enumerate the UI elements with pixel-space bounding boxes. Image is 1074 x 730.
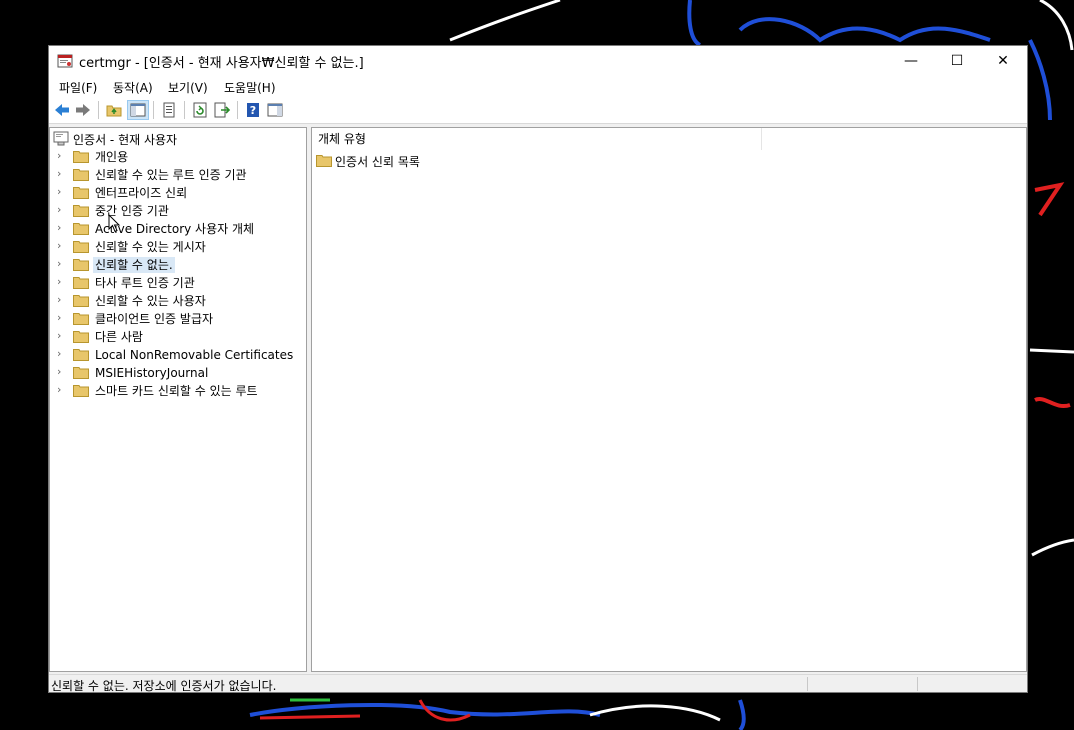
chevron-right-icon[interactable]: ›	[57, 329, 67, 342]
chevron-right-icon[interactable]: ›	[57, 347, 67, 360]
tree-item[interactable]: › 신뢰할 수 있는 사용자	[50, 292, 306, 310]
tree-item[interactable]: › MSIEHistoryJournal	[50, 364, 306, 382]
tree-item-label: 타사 루트 인증 기관	[95, 276, 195, 290]
tree-item-label: 신뢰할 수 있는 루트 인증 기관	[95, 168, 247, 182]
status-text: 신뢰할 수 없는. 저장소에 인증서가 없습니다.	[51, 679, 277, 693]
folder-icon	[73, 187, 89, 199]
status-separator	[917, 677, 918, 691]
folder-icon	[73, 385, 89, 397]
details-pane: 개체 유형 인증서 신뢰 목록	[311, 127, 1027, 672]
tree-item-label: 신뢰할 수 없는.	[93, 257, 175, 273]
chevron-right-icon[interactable]: ›	[57, 167, 67, 180]
chevron-right-icon[interactable]: ›	[57, 257, 67, 270]
menu-bar: 파일(F) 동작(A) 보기(V) 도움말(H)	[49, 76, 1027, 97]
chevron-right-icon[interactable]: ›	[57, 203, 67, 216]
folder-icon	[73, 349, 89, 361]
chevron-right-icon[interactable]: ›	[57, 311, 67, 324]
folder-icon	[73, 259, 89, 271]
forward-icon[interactable]	[74, 101, 92, 119]
tree-item[interactable]: › 신뢰할 수 없는.	[50, 256, 306, 274]
chevron-right-icon[interactable]: ›	[57, 185, 67, 198]
tree-item[interactable]: › 신뢰할 수 있는 루트 인증 기관	[50, 166, 306, 184]
tree-item-label: 클라이언트 인증 발급자	[95, 312, 214, 326]
show-hide-console-tree-icon	[130, 103, 146, 117]
certificate-store-icon	[53, 131, 69, 146]
action-pane-icon[interactable]	[266, 101, 284, 119]
tree-item[interactable]: › 다른 사람	[50, 328, 306, 346]
column-header-object-type[interactable]: 개체 유형	[312, 128, 762, 150]
tree-item-label: 신뢰할 수 있는 사용자	[95, 294, 206, 308]
folder-icon	[73, 295, 89, 307]
folder-icon	[316, 155, 332, 167]
tree-item[interactable]: › 엔터프라이즈 신뢰	[50, 184, 306, 202]
title-bar[interactable]: certmgr - [인증서 - 현재 사용자₩신뢰할 수 없는.] — ☐ ✕	[49, 46, 1027, 76]
tree-item[interactable]: › 중간 인증 기관	[50, 202, 306, 220]
tree-item[interactable]: › Active Directory 사용자 개체	[50, 220, 306, 238]
certmgr-window: certmgr - [인증서 - 현재 사용자₩신뢰할 수 없는.] — ☐ ✕…	[48, 45, 1028, 693]
folder-icon	[73, 277, 89, 289]
tree-item-label: 신뢰할 수 있는 게시자	[95, 240, 206, 254]
console-tree-pane[interactable]: 인증서 - 현재 사용자 › 개인용 › 신뢰할 수 있는 루트 인증 기관 › 엔터프라…	[49, 127, 307, 672]
tree-item[interactable]: › 스마트 카드 신뢰할 수 있는 루트	[50, 382, 306, 400]
tree-item-label: MSIEHistoryJournal	[95, 366, 209, 380]
menu-action[interactable]: 동작(A)	[113, 79, 153, 96]
folder-icon	[73, 241, 89, 253]
minimize-button[interactable]: —	[888, 46, 934, 76]
folder-icon	[73, 169, 89, 181]
properties-icon[interactable]	[160, 101, 178, 119]
toolbar: ?	[49, 97, 1027, 124]
menu-view[interactable]: 보기(V)	[168, 79, 208, 96]
chevron-right-icon[interactable]: ›	[57, 239, 67, 252]
chevron-right-icon[interactable]: ›	[57, 221, 67, 234]
tree-item[interactable]: › 개인용	[50, 148, 306, 166]
mouse-cursor-icon	[108, 214, 121, 233]
tree-root-label: 인증서 - 현재 사용자	[73, 133, 178, 147]
back-icon[interactable]	[53, 101, 71, 119]
chevron-right-icon[interactable]: ›	[57, 383, 67, 396]
refresh-icon[interactable]	[191, 101, 209, 119]
toolbar-separator	[98, 101, 99, 119]
tree-item-label: 스마트 카드 신뢰할 수 있는 루트	[95, 384, 258, 398]
up-folder-icon[interactable]	[105, 101, 123, 119]
help-icon[interactable]: ?	[244, 101, 262, 119]
chevron-right-icon[interactable]: ›	[57, 275, 67, 288]
chevron-right-icon[interactable]: ›	[57, 293, 67, 306]
tree-item[interactable]: › Local NonRemovable Certificates	[50, 346, 306, 364]
tree-item-label: 개인용	[95, 150, 129, 164]
folder-icon	[73, 367, 89, 379]
tree-item[interactable]: › 신뢰할 수 있는 게시자	[50, 238, 306, 256]
show-hide-console-tree-button[interactable]	[127, 100, 149, 120]
tree-item[interactable]: › 클라이언트 인증 발급자	[50, 310, 306, 328]
tree-item-label: 중간 인증 기관	[95, 204, 169, 218]
tree-item-label: 엔터프라이즈 신뢰	[95, 186, 188, 200]
export-list-icon[interactable]	[213, 101, 231, 119]
chevron-right-icon[interactable]: ›	[57, 365, 67, 378]
tree-item-label: 다른 사람	[95, 330, 143, 344]
status-bar: 신뢰할 수 없는. 저장소에 인증서가 없습니다.	[49, 674, 1027, 693]
tree-item[interactable]: › 타사 루트 인증 기관	[50, 274, 306, 292]
status-separator	[807, 677, 808, 691]
chevron-right-icon[interactable]: ›	[57, 149, 67, 162]
folder-icon	[73, 223, 89, 235]
close-button[interactable]: ✕	[980, 46, 1026, 76]
folder-icon	[73, 205, 89, 217]
menu-file[interactable]: 파일(F)	[59, 79, 97, 96]
folder-icon	[73, 151, 89, 163]
maximize-button[interactable]: ☐	[934, 46, 980, 76]
menu-help[interactable]: 도움말(H)	[224, 79, 276, 96]
tree-item-label: Local NonRemovable Certificates	[95, 348, 294, 362]
certmgr-app-icon	[57, 54, 73, 68]
toolbar-separator	[237, 101, 238, 119]
window-title: certmgr - [인증서 - 현재 사용자₩신뢰할 수 없는.]	[79, 56, 364, 71]
svg-text:?: ?	[250, 104, 256, 117]
list-item-label: 인증서 신뢰 목록	[335, 155, 420, 169]
folder-icon	[73, 313, 89, 325]
folder-icon	[73, 331, 89, 343]
toolbar-separator	[184, 101, 185, 119]
toolbar-separator	[153, 101, 154, 119]
